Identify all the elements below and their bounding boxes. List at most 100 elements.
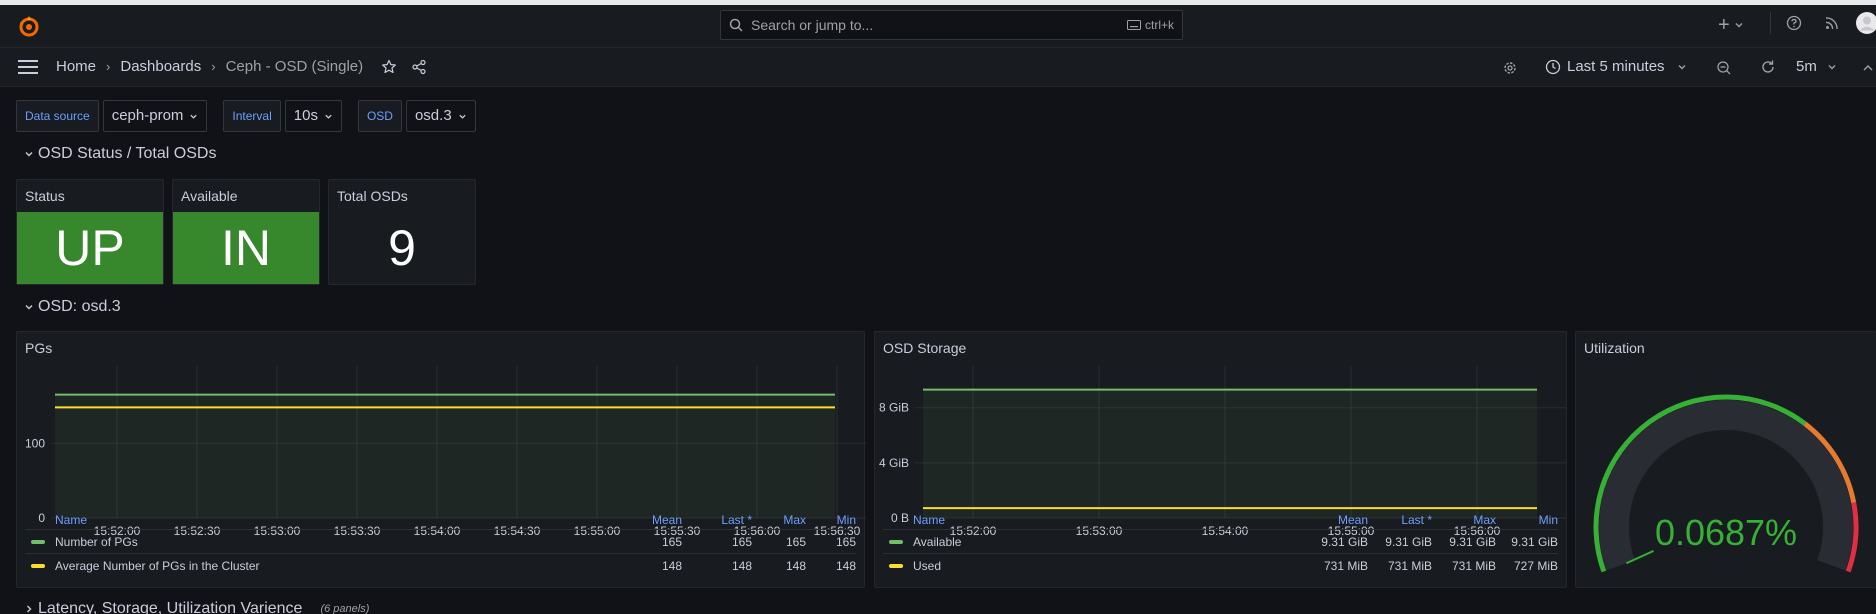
row-chevron-down-icon [24, 149, 34, 159]
pgs-legend: Name Mean Last * Max Min Number of PGs 1… [25, 510, 856, 578]
top-bar: Search or jump to... ctrl+k + [0, 5, 1876, 48]
chevron-down-icon [1677, 62, 1687, 72]
legend-last: 731 MiB [1387, 559, 1432, 573]
divider [1770, 12, 1771, 34]
stat-panel-available[interactable]: Available IN [172, 179, 320, 285]
legend-series-name: Number of PGs [55, 534, 138, 549]
legend-header-name[interactable]: Name [25, 510, 612, 529]
legend-header-max[interactable]: Max [752, 510, 806, 529]
legend-max: 9.31 GiB [1449, 535, 1496, 549]
breadcrumb-current: Ceph - OSD (Single) [225, 58, 364, 75]
legend-series-name: Available [913, 534, 962, 549]
chevron-down-icon [189, 112, 198, 121]
collapse-chevron-up-icon[interactable] [1862, 62, 1874, 74]
utilization-gauge: 0.0687% [1593, 394, 1859, 573]
legend-series-name: Average Number of PGs in the Cluster [55, 559, 260, 573]
breadcrumb-home[interactable]: Home [56, 58, 96, 75]
search-input[interactable]: Search or jump to... ctrl+k [720, 10, 1183, 40]
variable-select-datasource[interactable]: ceph-prom [102, 100, 208, 132]
search-shortcut: ctrl+k [1126, 18, 1174, 32]
legend-min: 165 [835, 535, 856, 549]
legend-row[interactable]: Available 9.31 GiB 9.31 GiB 9.31 GiB 9.3… [883, 530, 1558, 554]
new-menu-button[interactable]: + [1718, 15, 1744, 35]
time-range-picker[interactable]: Last 5 minutes [1545, 58, 1687, 75]
panel-title: Total OSDs [337, 188, 408, 204]
legend-last: 165 [731, 535, 752, 549]
chevron-down-icon [458, 112, 467, 121]
legend-mean: 165 [661, 535, 682, 549]
legend-mean: 9.31 GiB [1321, 535, 1368, 549]
time-range-label: Last 5 minutes [1567, 58, 1665, 75]
legend-header: Name Mean Last * Max Min [25, 510, 856, 530]
news-rss-icon[interactable] [1824, 15, 1840, 31]
panel-title: Utilization [1584, 340, 1645, 356]
legend-min: 148 [835, 559, 856, 573]
search-shortcut-label: ctrl+k [1144, 18, 1174, 32]
legend-header-min[interactable]: Min [806, 510, 856, 529]
variable-value-datasource: ceph-prom [111, 107, 184, 124]
panel-title: OSD Storage [883, 340, 967, 356]
clock-icon [1545, 59, 1561, 75]
variable-select-osd[interactable]: osd.3 [405, 100, 476, 132]
legend-min: 727 MiB [1513, 559, 1558, 573]
row-header-latency[interactable]: Latency, Storage, Utilization Varience (… [24, 600, 369, 614]
legend-max: 731 MiB [1451, 559, 1496, 573]
variable-label-datasource: Data source [16, 100, 99, 132]
breadcrumb-separator: › [106, 59, 111, 74]
legend-swatch [31, 564, 45, 568]
row-header-osd[interactable]: OSD: osd.3 [24, 298, 121, 316]
star-icon[interactable] [381, 59, 397, 75]
row-chevron-right-icon [24, 604, 34, 614]
legend-row[interactable]: Number of PGs 165 165 165 165 [25, 530, 856, 554]
legend-header-last[interactable]: Last * [1368, 510, 1432, 529]
panel-pgs[interactable]: PGs 0 100 15:52:00 15:52:30 15:53:00 15:53:30… [16, 331, 866, 588]
variable-select-interval[interactable]: 10s [284, 100, 342, 132]
keyboard-icon [1126, 20, 1141, 30]
legend-swatch [889, 539, 903, 544]
legend-row[interactable]: Average Number of PGs in the Cluster 148… [25, 554, 856, 578]
row-panel-count: (6 panels) [320, 603, 370, 614]
legend-min: 9.31 GiB [1511, 535, 1558, 549]
legend-header-mean[interactable]: Mean [1298, 510, 1368, 529]
legend-header-min[interactable]: Min [1496, 510, 1558, 529]
search-icon [729, 18, 743, 32]
stat-panel-status[interactable]: Status UP [16, 179, 164, 285]
variable-value-interval: 10s [293, 107, 318, 124]
panel-title: Available [181, 188, 238, 204]
refresh-interval-label: 5m [1796, 58, 1817, 75]
variable-label-interval: Interval [223, 100, 281, 132]
legend-header-name[interactable]: Name [883, 510, 1298, 529]
breadcrumb-dashboards[interactable]: Dashboards [120, 58, 201, 75]
legend-row[interactable]: Used 731 MiB 731 MiB 731 MiB 727 MiB [883, 554, 1558, 578]
stat-panel-total-osds[interactable]: Total OSDs 9 [328, 179, 476, 285]
row-title: OSD Status / Total OSDs [38, 145, 217, 162]
row-title: OSD: osd.3 [38, 298, 121, 315]
variables-bar: Data source ceph-prom Interval 10s OSD o… [16, 100, 476, 132]
panel-osd-storage[interactable]: OSD Storage 0 B4 GiB 8 GiB 15:52:00 15:53:0… [874, 331, 1567, 588]
legend-max: 148 [785, 559, 806, 573]
chevron-down-icon [1827, 62, 1837, 72]
legend-header: Name Mean Last * Max Min [883, 510, 1558, 530]
breadcrumb-separator: › [211, 59, 216, 74]
legend-header-max[interactable]: Max [1432, 510, 1496, 529]
zoom-out-icon[interactable] [1716, 60, 1732, 76]
panel-utilization[interactable]: Utilization 0.0687% [1575, 331, 1876, 588]
grafana-logo-icon[interactable] [17, 14, 41, 38]
legend-last: 9.31 GiB [1385, 535, 1432, 549]
legend-header-mean[interactable]: Mean [612, 510, 682, 529]
settings-gear-icon[interactable] [1502, 60, 1518, 76]
gauge-value: 0.0687% [1655, 512, 1797, 553]
avatar[interactable] [1856, 12, 1876, 34]
series-area [923, 389, 1537, 518]
panel-title: Status [25, 188, 65, 204]
help-icon[interactable] [1786, 15, 1802, 31]
stat-value: IN [173, 212, 319, 284]
refresh-icon [1760, 59, 1776, 75]
row-header-status[interactable]: OSD Status / Total OSDs [24, 145, 216, 163]
legend-header-last[interactable]: Last * [682, 510, 752, 529]
share-icon[interactable] [411, 59, 427, 75]
legend-swatch [31, 539, 45, 544]
refresh-picker[interactable]: 5m [1760, 58, 1837, 75]
menu-icon[interactable] [18, 60, 38, 74]
search-placeholder: Search or jump to... [751, 17, 874, 33]
